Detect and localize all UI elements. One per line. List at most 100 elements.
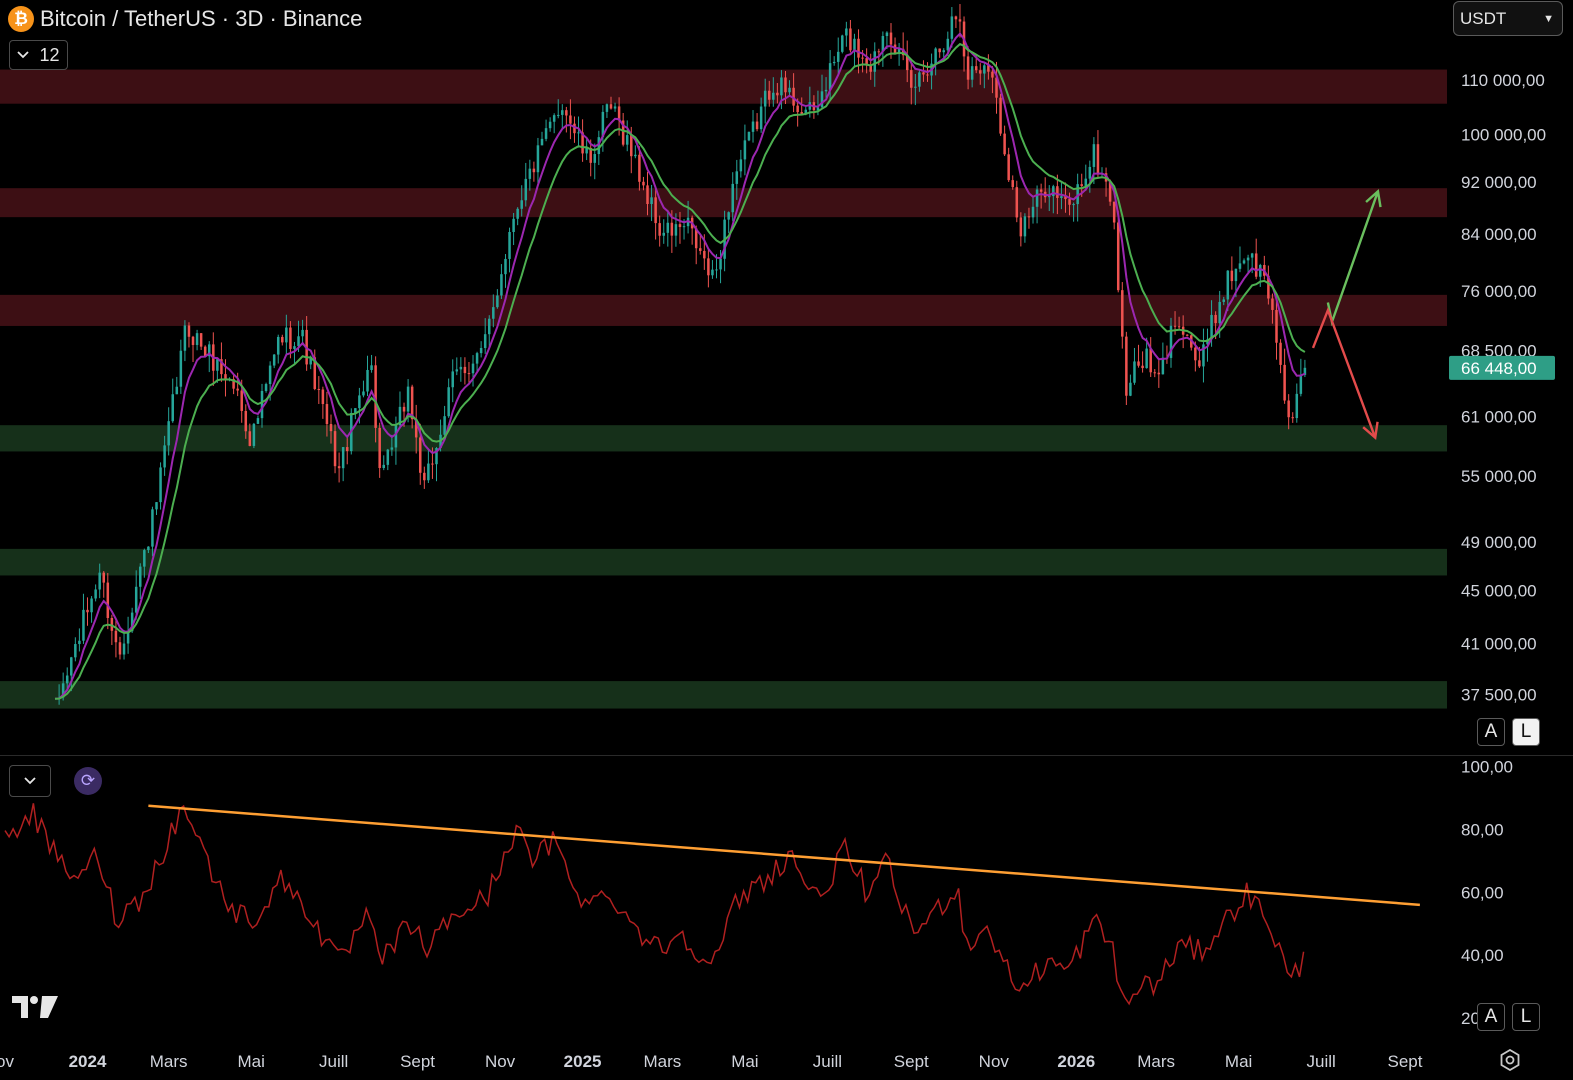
rsi-pane-collapse-button[interactable] [9, 765, 51, 797]
candle-body [966, 56, 970, 80]
candle-body [406, 386, 410, 412]
candle-body [276, 336, 280, 355]
candle-body [1210, 314, 1213, 340]
candle-body [593, 154, 597, 163]
candle-body [325, 404, 329, 425]
resistance-zone [0, 294, 1447, 326]
candle-body [824, 89, 828, 92]
candle-body [329, 424, 333, 432]
candle-body [1080, 184, 1083, 186]
candle-body [1275, 309, 1278, 343]
candle-body [285, 327, 288, 343]
price-axis: 110 000,00 100 000,00 92 000,00 84 000,00 76… [1449, 71, 1555, 705]
candle-body [832, 61, 836, 64]
candle-body [183, 325, 187, 351]
candle-body [605, 104, 609, 112]
candle-body [459, 366, 463, 370]
indicators-collapse-button[interactable]: 12 [9, 40, 68, 70]
ma-fast-line [54, 32, 1306, 700]
price-scale-log-button[interactable]: L [1512, 718, 1540, 746]
candle-body [167, 421, 170, 446]
refresh-icon[interactable]: ⟳ [74, 767, 102, 795]
candle-body [1056, 186, 1059, 198]
candle-body [341, 447, 345, 469]
last-price-label: 66 448,00 [1461, 359, 1537, 378]
candle-body [1291, 417, 1294, 419]
time-tick-label: Juill [1306, 1052, 1335, 1071]
candle-body [143, 550, 146, 567]
time-tick-label: Sept [894, 1052, 929, 1071]
candle-body [1092, 144, 1096, 167]
ma-slow-line [54, 42, 1306, 700]
rsi-scale-auto-button[interactable]: A [1477, 1003, 1505, 1031]
candle-body [244, 410, 248, 432]
candle-body [281, 336, 284, 343]
candle-body [609, 104, 613, 109]
candle-body [1088, 166, 1092, 179]
resistance-zone [0, 188, 1447, 218]
candle-body [849, 28, 852, 51]
settings-gear-icon[interactable] [1499, 1049, 1521, 1071]
candle-body [1250, 253, 1254, 258]
rsi-scale-log-button[interactable]: L [1512, 1003, 1540, 1031]
candle-body [1129, 382, 1132, 396]
candle-body [1068, 199, 1071, 205]
candle-body [471, 363, 475, 374]
tradingview-logo-icon[interactable] [12, 994, 60, 1020]
price-tick-label: 37 500,00 [1461, 686, 1537, 705]
currency-select[interactable]: USDT ▼ [1453, 1, 1563, 36]
candle-body [889, 32, 893, 45]
candle-body [147, 546, 150, 551]
candle-body [841, 35, 844, 52]
time-tick-label: Mai [1225, 1052, 1252, 1071]
candle-body [820, 91, 824, 108]
candle-body [1060, 196, 1063, 198]
symbol-title[interactable]: Bitcoin / TetherUS · 3D · Binance [40, 6, 362, 32]
candle-body [646, 185, 649, 205]
candle-body [751, 121, 755, 132]
candle-body [390, 447, 394, 450]
candle-body [1214, 314, 1217, 324]
candle-body [187, 325, 191, 337]
candle-body [1198, 360, 1201, 367]
candle-body [139, 566, 142, 587]
candle-body [776, 92, 779, 96]
candle-body [707, 258, 710, 276]
candle-body [1047, 196, 1051, 198]
candle-body [1112, 201, 1116, 223]
candle-body [528, 168, 532, 179]
chart-canvas[interactable]: 110 000,00 100 000,00 92 000,00 84 000,00 76… [0, 0, 1573, 1080]
candle-body [1141, 365, 1144, 369]
candle-body [828, 63, 832, 90]
candle-body [999, 97, 1002, 134]
candle-body [289, 327, 292, 349]
price-scale-auto-button[interactable]: A [1477, 718, 1505, 746]
rsi-tick-label: 60,00 [1461, 883, 1504, 902]
candle-body [755, 121, 759, 130]
candle-body [1121, 290, 1124, 337]
candle-body [1185, 334, 1189, 336]
candle-body [78, 640, 81, 645]
candle-body [155, 502, 158, 510]
candle-body [938, 48, 941, 53]
candle-body [759, 106, 763, 130]
time-tick-label: Nov [485, 1052, 516, 1071]
time-tick-label: Juill [813, 1052, 842, 1071]
candle-body [260, 390, 264, 419]
candle-body [1157, 372, 1161, 375]
candle-body [934, 48, 937, 64]
candle-body [512, 218, 515, 232]
candle-body [1153, 372, 1157, 374]
candle-body [573, 123, 576, 134]
candle-body [703, 250, 706, 259]
candle-body [1052, 186, 1055, 197]
candle-body [946, 38, 950, 51]
chevron-down-icon [17, 51, 30, 59]
candle-body [504, 258, 507, 275]
candle-body [991, 71, 994, 78]
candle-body [711, 269, 714, 276]
candle-body [1007, 154, 1010, 181]
candle-body [763, 90, 767, 107]
rsi-pane [4, 803, 1420, 1006]
price-tick-label: 76 000,00 [1461, 282, 1537, 301]
